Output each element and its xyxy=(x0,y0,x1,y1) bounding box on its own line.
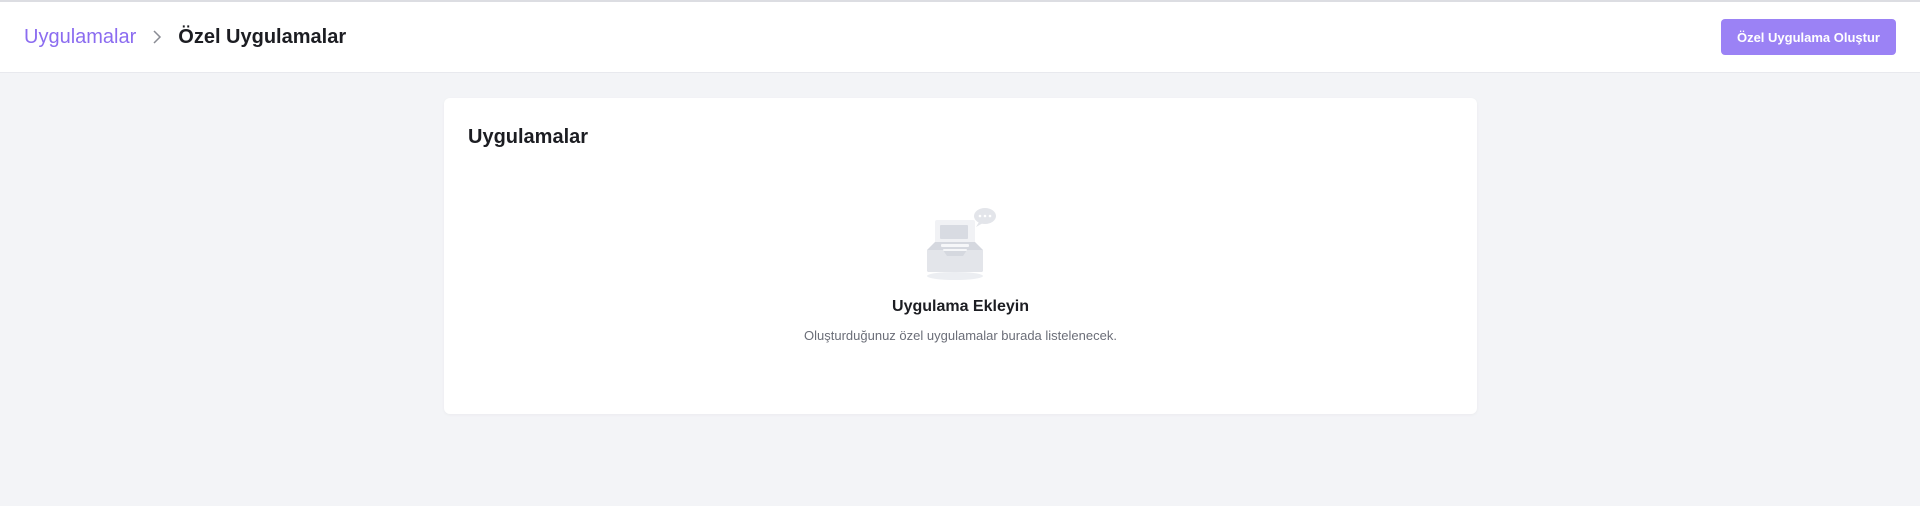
empty-state-title: Uygulama Ekleyin xyxy=(892,298,1029,315)
breadcrumb-current: Özel Uygulamalar xyxy=(178,25,347,48)
empty-inbox-icon xyxy=(921,206,1001,282)
apps-card: Uygulamalar Uygulama Ekleyin Oluşturduğu… xyxy=(444,98,1477,414)
empty-state: Uygulama Ekleyin Oluşturduğunuz özel uyg… xyxy=(444,206,1477,343)
chevron-right-icon xyxy=(150,29,164,45)
breadcrumb-link-uygulamalar[interactable]: Uygulamalar xyxy=(24,26,136,49)
empty-state-description: Oluşturduğunuz özel uygulamalar burada l… xyxy=(804,328,1117,343)
main-content: Uygulamalar Uygulama Ekleyin Oluşturduğu… xyxy=(0,73,1920,506)
create-custom-app-button[interactable]: Özel Uygulama Oluştur xyxy=(1720,19,1896,55)
breadcrumb: Uygulamalar Özel Uygulamalar xyxy=(24,26,346,49)
card-title: Uygulamalar xyxy=(468,126,589,148)
page-header: Uygulamalar Özel Uygulamalar Özel Uygula… xyxy=(0,2,1920,73)
